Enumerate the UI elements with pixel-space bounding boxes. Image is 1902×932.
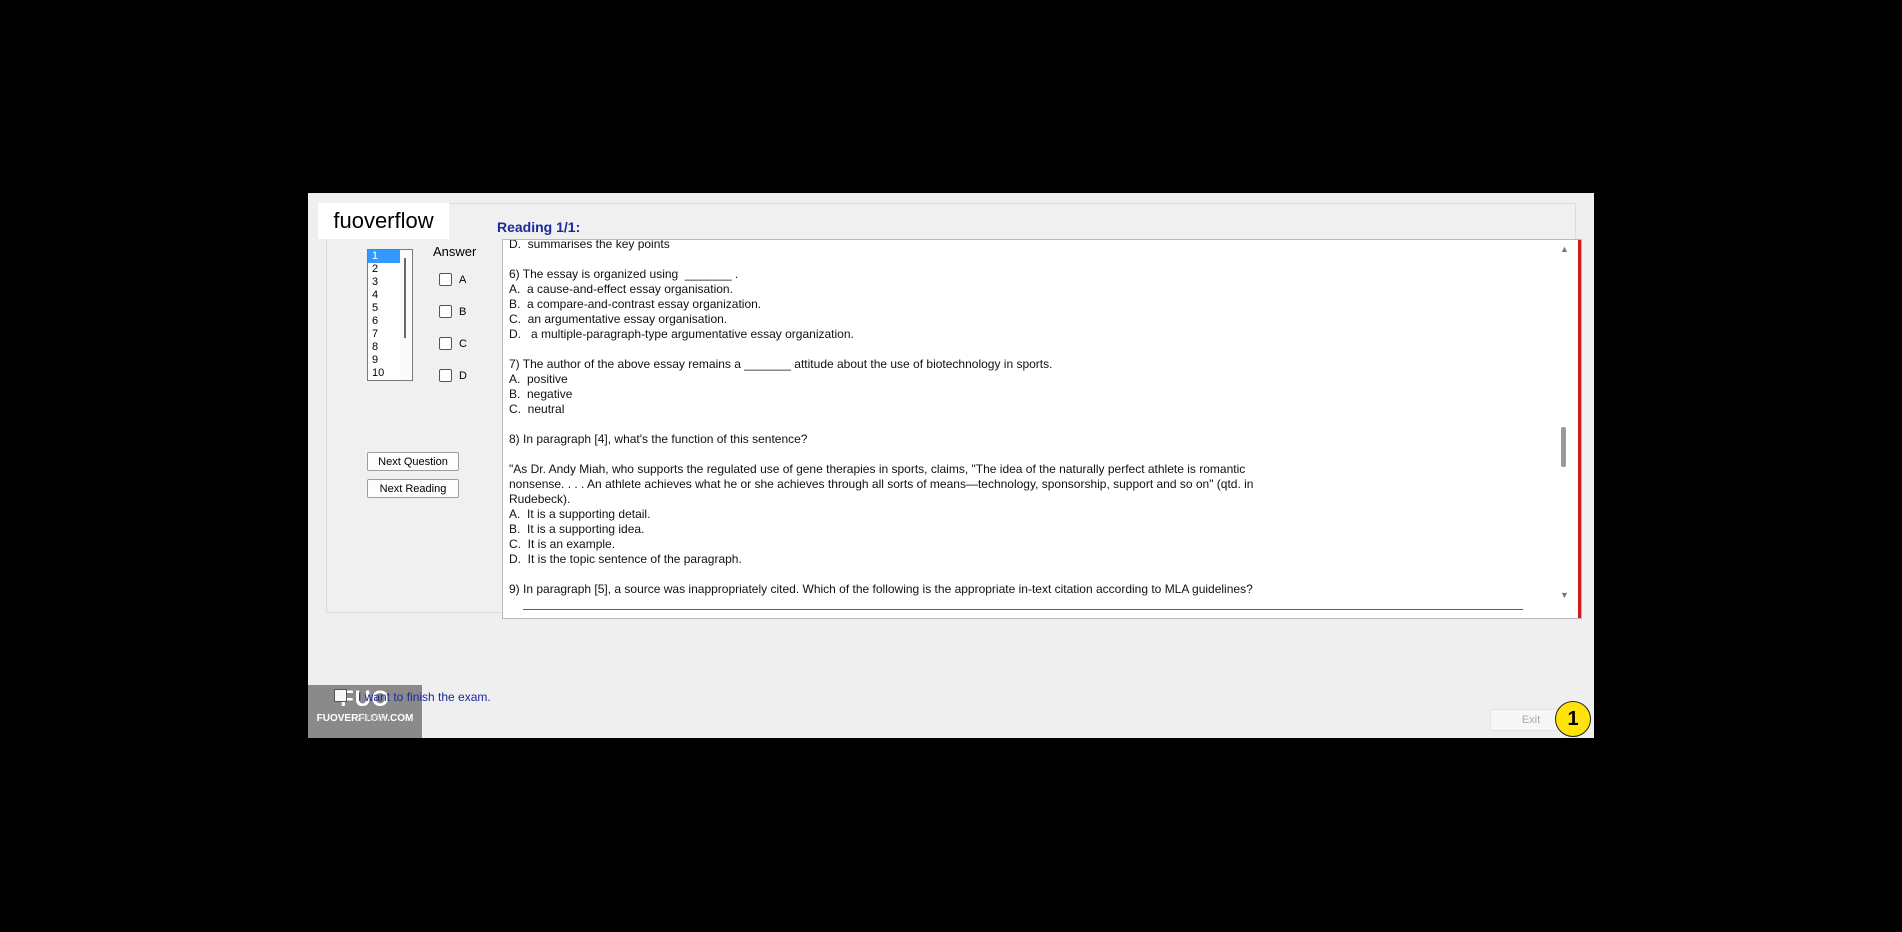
scroll-down-icon[interactable]: ▼ (1560, 590, 1569, 600)
reading-horizontal-scrollbar[interactable] (523, 609, 1523, 610)
scroll-up-icon[interactable]: ▲ (1560, 244, 1569, 254)
option-a[interactable]: A (439, 273, 466, 286)
option-c-checkbox[interactable] (439, 337, 452, 350)
next-reading-button[interactable]: Next Reading (367, 479, 459, 498)
reading-accent-bar (1578, 240, 1581, 618)
answer-title: Answer (433, 244, 477, 259)
option-d[interactable]: D (439, 369, 467, 382)
option-d-label: D (459, 369, 467, 382)
question-list-item[interactable]: 11 (368, 380, 412, 381)
next-question-button[interactable]: Next Question (367, 452, 459, 471)
exam-window: 1234567891011 Answer A B C D Next Questi… (308, 193, 1594, 738)
option-b-label: B (459, 305, 467, 318)
logo: fuoverflow (318, 203, 449, 239)
option-a-checkbox[interactable] (439, 273, 452, 286)
finish-label: I want to finish the exam. (358, 690, 491, 704)
step-badge: 1 (1555, 701, 1591, 737)
question-list[interactable]: 1234567891011 (367, 249, 413, 381)
option-b[interactable]: B (439, 305, 466, 318)
finish-button[interactable]: Finish (357, 712, 386, 724)
finish-checkbox[interactable] (334, 689, 347, 702)
reading-text: D. summarises the key points 6) The essa… (509, 239, 1254, 596)
reading-vertical-scrollbar[interactable]: ▲ ▼ (1557, 240, 1571, 618)
question-list-scrollbar[interactable] (400, 250, 412, 380)
option-d-checkbox[interactable] (439, 369, 452, 382)
exam-frame: 1234567891011 Answer A B C D Next Questi… (326, 203, 1582, 619)
reading-panel[interactable]: D. summarises the key points 6) The essa… (502, 239, 1582, 619)
option-a-label: A (459, 273, 467, 286)
option-b-checkbox[interactable] (439, 305, 452, 318)
option-c[interactable]: C (439, 337, 467, 350)
scroll-thumb[interactable] (1561, 427, 1566, 467)
option-c-label: C (459, 337, 467, 350)
reading-title: Reading 1/1: (497, 219, 581, 235)
